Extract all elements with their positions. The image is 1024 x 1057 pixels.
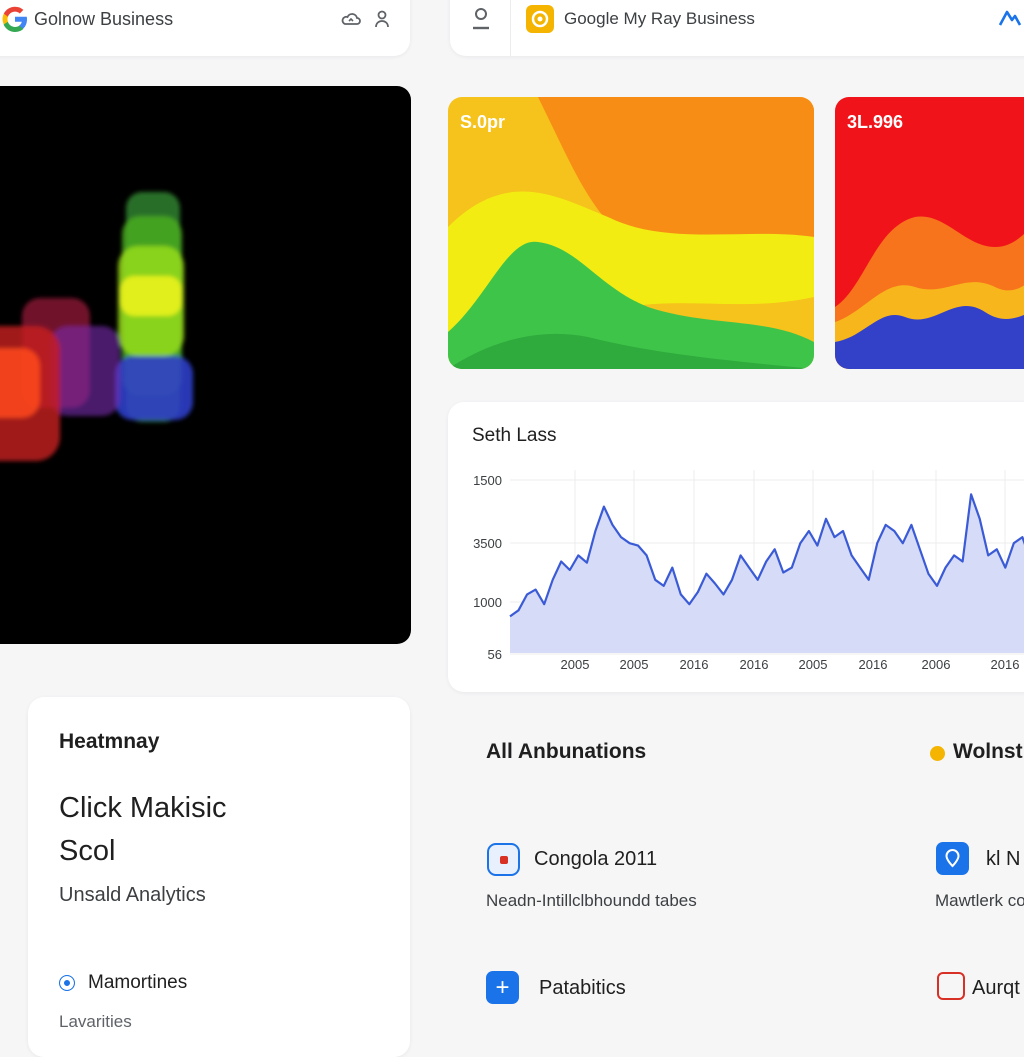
stat-tile-yellow[interactable]: S.0pr [448,97,814,369]
analytics-icon[interactable] [998,8,1022,28]
radio-selected-icon[interactable] [59,975,75,991]
row-subtitle: Mawtlerk co [935,891,1024,910]
heatmap-panel: Heatmnay Click Makisic Scol Unsald Analy… [28,697,410,1057]
top-bar-left: Golnow Business [0,0,410,56]
x-tick-label: 2016 [680,657,709,672]
row-title[interactable]: kl N [986,848,1020,871]
panel-item[interactable]: Mamortines [88,972,187,994]
x-tick-label: 2005 [561,657,590,672]
legend-label: Wolnstic [953,740,1024,763]
panel-subtitle: Unsald Analytics [59,884,206,906]
x-tick-label: 2016 [991,657,1020,672]
x-tick-label: 2005 [620,657,649,672]
add-icon[interactable]: + [486,971,519,1004]
x-tick-label: 2005 [799,657,828,672]
row-title[interactable]: Aurqt [972,977,1020,1000]
row-title[interactable]: Congola 2011 [534,848,657,871]
google-logo-icon [2,6,27,32]
row-title[interactable]: Patabitics [539,977,626,1000]
panel-item[interactable]: Lavarities [59,1012,132,1032]
divider [510,0,511,56]
business-title: Google My Ray Business [564,9,755,28]
y-tick-label: 56 [488,647,502,662]
x-tick-label: 2016 [859,657,888,672]
y-tick-label: 3500 [473,536,502,551]
account-icon[interactable] [470,6,492,30]
x-tick-label: 2006 [922,657,951,672]
person-settings-icon[interactable] [373,8,391,30]
tile-value: S.0pr [460,112,506,132]
trend-chart: 1500 3500 1000 56 2005 2005 2016 2016 2005 2016 20… [473,470,1024,672]
tile-value: 3L.996 [847,112,904,132]
y-tick-label: 1500 [473,473,502,488]
section-title: All Anbunations [486,740,647,763]
y-tick-label: 1000 [473,595,502,610]
record-icon[interactable] [487,843,520,876]
heatmap-visualization [0,86,411,644]
trend-chart-card: Seth Lass 1500 3500 1000 56 2005 2005 2016 2016… [448,402,1024,692]
row-subtitle: Neadn-Intillclbhoundd tabes [486,891,697,910]
cloud-sync-icon[interactable] [340,8,362,30]
panel-headline-line2: Scol [59,835,116,867]
app-title: Golnow Business [34,9,174,29]
panel-headline: Click Makisic Scol [59,787,359,873]
business-logo-icon [526,5,554,33]
series-area [510,494,1024,653]
report-icon[interactable] [937,972,965,1000]
x-tick-label: 2016 [740,657,769,672]
panel-headline-line1: Click Makisic [59,792,227,824]
location-pin-icon[interactable] [936,842,969,875]
legend-dot-icon [930,746,945,761]
panel-heading: Heatmnay [59,730,160,753]
stat-tile-red[interactable]: 3L.996 [835,97,1024,369]
top-bar-right: Google My Ray Business [450,0,1024,56]
